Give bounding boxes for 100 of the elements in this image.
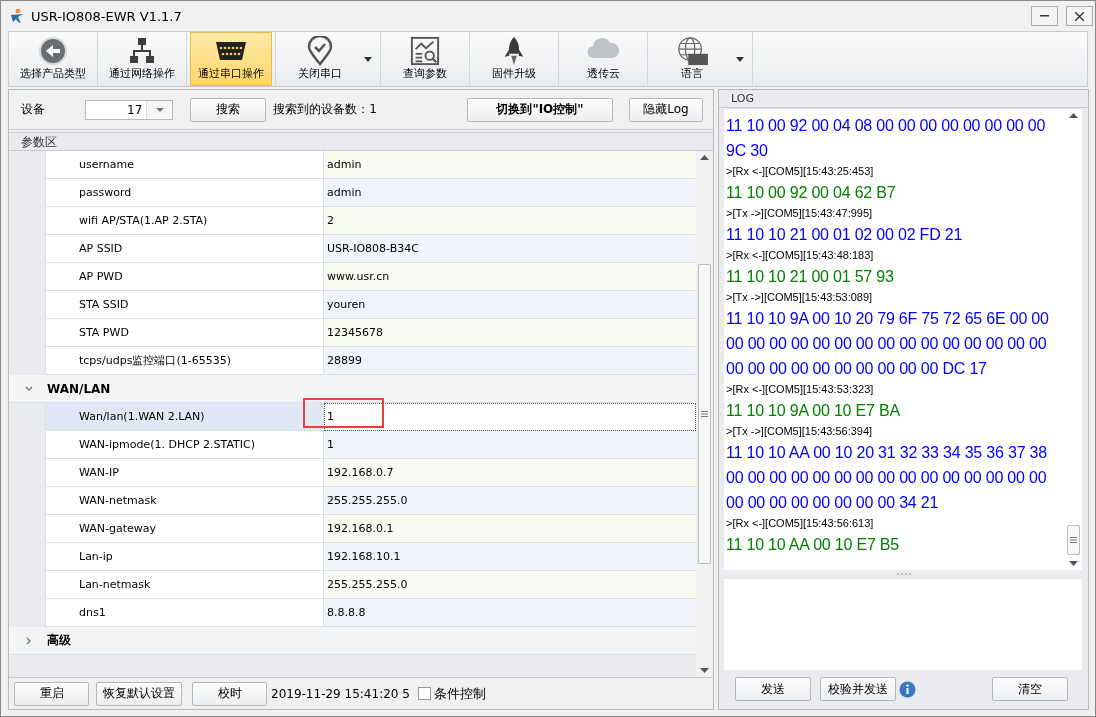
param-value-cell[interactable]: 12345678 <box>324 319 696 347</box>
param-name-cell: WAN-ipmode(1. DHCP 2.STATIC) <box>45 431 324 459</box>
timestamp-text: 2019-11-29 15:41:20 5 <box>271 686 410 701</box>
checkbox[interactable] <box>417 687 431 700</box>
scroll-thumb[interactable] <box>698 264 711 564</box>
chevron-right-icon[interactable] <box>25 636 33 645</box>
param-name-cell: Lan-netmask <box>45 571 324 599</box>
log-data-line: 11 10 10 AA 00 10 20 31 32 33 34 35 36 37 38 00 00 00 00 00 00 00 00 00 00 00 00 00 00 00 00 00 00 00 00 00 00 00 34 21 <box>726 443 1048 513</box>
dropdown-button[interactable] <box>146 100 173 119</box>
search-button[interactable]: 搜索 <box>190 97 267 122</box>
param-value-cell[interactable]: admin <box>324 179 696 207</box>
param-value-cell[interactable]: www.usr.cn <box>324 263 696 291</box>
minimize-button[interactable] <box>1031 6 1058 26</box>
param-value-cell[interactable]: 28899 <box>324 347 696 375</box>
network-icon <box>127 36 157 66</box>
device-count-text: 搜索到的设备数：1 <box>273 101 377 118</box>
section-header: 参数区 <box>9 132 713 151</box>
param-value-cell[interactable]: admin <box>324 151 696 179</box>
window-title: USR-IO808-EWR V1.1.7 <box>31 8 183 24</box>
log-data-line: 11 10 10 9A 00 10 20 79 6F 75 72 65 6E 00 00 00 00 00 00 00 00 00 00 00 00 00 00 00 00 00 00 00 00 00 00 00 00 00 00 00 DC 17 <box>726 309 1050 379</box>
send-button[interactable]: 发送 <box>735 677 811 702</box>
checkbox-label[interactable]: 条件控制 <box>433 684 486 703</box>
globe-abc-icon <box>675 36 709 66</box>
splitter-grip-icon[interactable] <box>896 573 911 576</box>
param-value-cell[interactable]: 192.168.0.1 <box>324 515 696 543</box>
toolbar-button[interactable]: 语言 <box>651 32 749 86</box>
map-pin-check-icon <box>305 36 335 66</box>
param-value-cell[interactable]: 192.168.0.7 <box>324 459 696 487</box>
caret-icon <box>155 107 164 112</box>
action-button[interactable]: 重启 <box>14 681 89 706</box>
param-value-cell[interactable]: 255.255.255.0 <box>324 571 696 599</box>
log-header-line: >[Tx ->][COM5][15:43:47:995] <box>726 206 874 221</box>
log-data-line: 11 10 10 AA 00 10 E7 B5 <box>726 535 901 555</box>
verify-send-button[interactable]: 校验并发送 <box>820 677 896 702</box>
cloud-icon <box>586 36 620 60</box>
device-combo[interactable]: 17 <box>85 99 174 120</box>
toolbar-button[interactable]: 通过串口操作 <box>190 32 272 86</box>
log-header-line: >[Tx ->][COM5][15:43:53:089] <box>726 290 874 305</box>
device-label: 设备 <box>21 101 45 118</box>
toolbar-button[interactable]: 关闭串口 <box>279 32 377 86</box>
minimize-icon <box>1040 15 1049 17</box>
param-name-cell: AP SSID <box>45 235 324 263</box>
param-name-cell: Lan-ip <box>45 543 324 571</box>
param-name-cell: STA SSID <box>45 291 324 319</box>
param-name-cell: wifi AP/STA(1.AP 2.STA) <box>45 207 324 235</box>
param-value-cell[interactable]: youren <box>324 291 696 319</box>
param-name-cell: WAN-gateway <box>45 515 324 543</box>
scroll-up-icon[interactable] <box>1069 113 1078 118</box>
log-header: LOG <box>719 90 1088 108</box>
param-name-cell: username <box>45 151 324 179</box>
param-name-cell: AP PWD <box>45 263 324 291</box>
scroll-up-icon[interactable] <box>700 155 709 160</box>
log-header-line: >[Rx <-][COM5][15:43:25:453] <box>726 164 875 179</box>
group-header[interactable]: 高级 <box>9 627 696 655</box>
switch-mode-button[interactable]: 切换到"IO控制" <box>467 97 613 122</box>
param-name-cell: tcps/udps监控端口(1-65535) <box>45 347 324 375</box>
action-button[interactable]: 恢复默认设置 <box>96 681 182 706</box>
log-header-line: >[Rx <-][COM5][15:43:56:613] <box>726 516 875 531</box>
param-value-cell[interactable]: 2 <box>324 207 696 235</box>
log-data-line: 11 10 10 21 00 01 57 93 <box>726 267 895 287</box>
param-value-cell[interactable]: 8.8.8.8 <box>324 599 696 627</box>
log-header-line: >[Rx <-][COM5][15:43:48:183] <box>726 248 875 263</box>
toolbar-button[interactable]: 固件升级 <box>473 32 555 86</box>
rocket-icon <box>502 36 526 66</box>
scroll-thumb[interactable] <box>1067 524 1080 555</box>
param-name-cell: dns1 <box>45 599 324 627</box>
clear-button[interactable]: 清空 <box>992 677 1068 702</box>
hide-log-button[interactable]: 隐藏Log <box>629 97 703 122</box>
toolbar-button[interactable]: 通过网络操作 <box>101 32 183 86</box>
app-logo-icon <box>9 8 25 24</box>
param-name-cell: WAN-netmask <box>45 487 324 515</box>
toolbar-button[interactable]: 选择产品类型 <box>12 32 94 86</box>
group-header[interactable]: WAN/LAN <box>9 375 696 403</box>
log-data-line: 11 10 00 92 00 04 62 B7 <box>726 183 897 203</box>
document-search-icon <box>409 36 441 66</box>
param-name-cell: WAN-IP <box>45 459 324 487</box>
scroll-down-icon[interactable] <box>700 668 709 673</box>
action-button[interactable]: 校时 <box>192 681 267 706</box>
param-name-cell: STA PWD <box>45 319 324 347</box>
param-name-cell: password <box>45 179 324 207</box>
close-icon <box>1075 11 1084 21</box>
log-data-line: 11 10 00 92 00 04 08 00 00 00 00 00 00 00 00 9C 30 <box>726 116 1047 161</box>
param-value-cell[interactable]: 192.168.10.1 <box>324 543 696 571</box>
log-data-line: 11 10 10 21 00 01 02 00 02 FD 21 <box>726 225 964 245</box>
scroll-down-icon[interactable] <box>1069 560 1078 566</box>
chevron-down-icon[interactable] <box>25 384 33 393</box>
log-header-line: >[Tx ->][COM5][15:43:56:394] <box>726 424 874 439</box>
param-value-cell[interactable]: 255.255.255.0 <box>324 487 696 515</box>
caret-icon <box>364 56 372 62</box>
close-button[interactable] <box>1066 6 1093 26</box>
log-data-line: 11 10 10 9A 00 10 E7 BA <box>726 401 901 421</box>
toolbar-button[interactable]: 透传云 <box>562 32 644 86</box>
param-value-cell[interactable]: USR-IO808-B34C <box>324 235 696 263</box>
scrollbar[interactable] <box>696 151 713 677</box>
log-header-line: >[Rx <-][COM5][15:43:53:323] <box>726 382 875 397</box>
param-name-cell: Wan/lan(1.WAN 2.LAN) <box>45 403 324 431</box>
param-value-cell[interactable]: 1 <box>324 403 696 431</box>
param-value-cell[interactable]: 1 <box>324 431 696 459</box>
info-icon[interactable] <box>899 680 916 698</box>
toolbar-button[interactable]: 查询参数 <box>384 32 466 86</box>
